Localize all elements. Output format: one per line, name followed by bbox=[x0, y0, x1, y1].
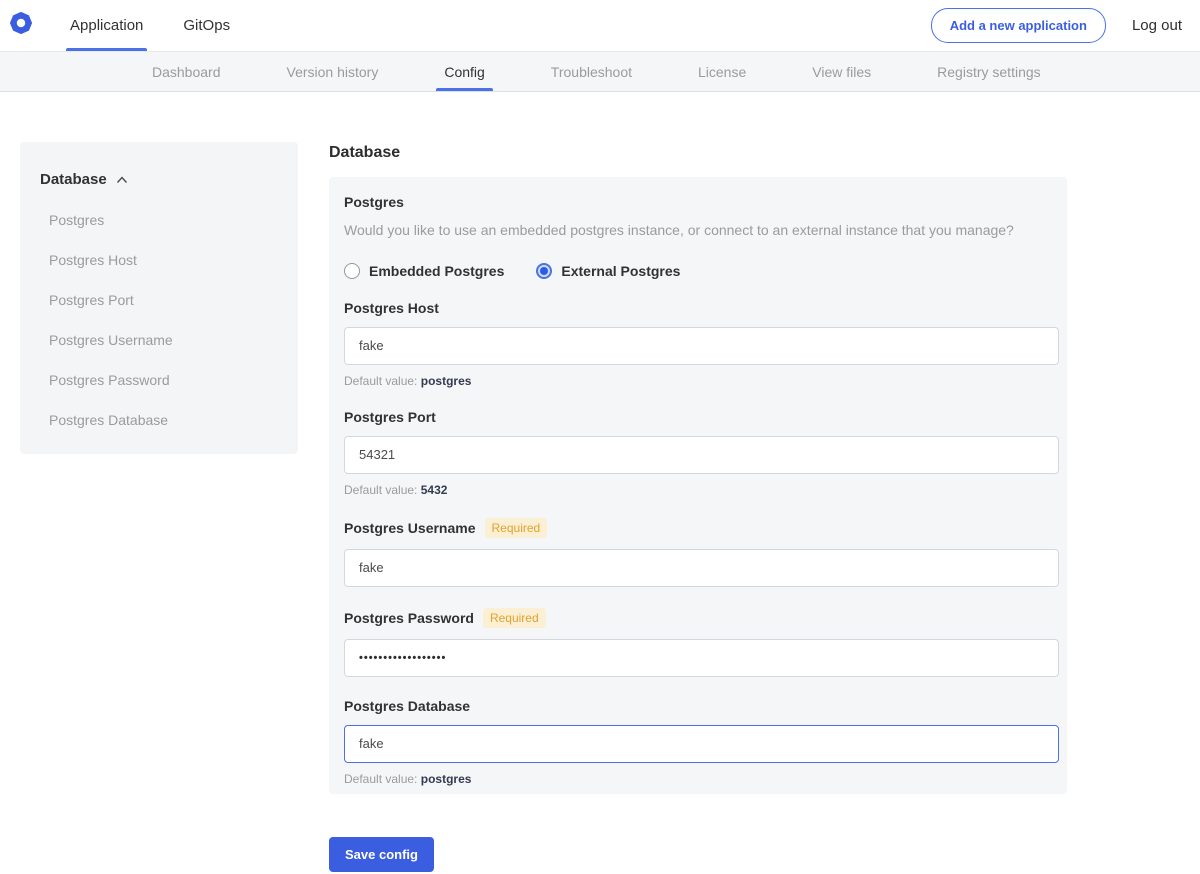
tab-troubleshoot[interactable]: Troubleshoot bbox=[547, 52, 636, 91]
required-badge: Required bbox=[485, 518, 548, 538]
postgres-username-input[interactable] bbox=[344, 549, 1059, 587]
radio-embedded-postgres-label: Embedded Postgres bbox=[369, 263, 504, 279]
postgres-database-input[interactable] bbox=[344, 725, 1059, 763]
tab-dashboard[interactable]: Dashboard bbox=[148, 52, 225, 91]
save-row: Save config bbox=[329, 837, 1067, 872]
postgres-username-label-text: Postgres Username bbox=[344, 520, 476, 536]
config-sidebar: Database Postgres Postgres Host Postgres… bbox=[20, 142, 298, 454]
postgres-port-label: Postgres Port bbox=[344, 409, 1054, 425]
default-value-text: 5432 bbox=[421, 483, 448, 497]
sidebar-item-postgres-username[interactable]: Postgres Username bbox=[40, 332, 278, 348]
sidebar-item-postgres-password[interactable]: Postgres Password bbox=[40, 372, 278, 388]
default-value-text: postgres bbox=[421, 772, 472, 786]
top-nav: Application GitOps Add a new application… bbox=[0, 0, 1200, 52]
postgres-radio-group: Embedded Postgres External Postgres bbox=[344, 263, 1054, 279]
save-config-button[interactable]: Save config bbox=[329, 837, 434, 872]
postgres-host-label: Postgres Host bbox=[344, 300, 1054, 316]
active-tab-underline bbox=[66, 48, 147, 51]
chevron-up-icon bbox=[116, 171, 128, 188]
default-value-text: postgres bbox=[421, 374, 472, 388]
radio-external-postgres[interactable]: External Postgres bbox=[536, 263, 680, 279]
config-group-panel: Postgres Would you like to use an embedd… bbox=[329, 177, 1067, 794]
sidebar-item-postgres-port[interactable]: Postgres Port bbox=[40, 292, 278, 308]
tab-view-files-label: View files bbox=[812, 64, 871, 80]
top-nav-right: Add a new application Log out bbox=[931, 0, 1200, 51]
tab-registry-settings[interactable]: Registry settings bbox=[933, 52, 1044, 91]
default-value-label: Default value: bbox=[344, 374, 417, 388]
postgres-password-label-text: Postgres Password bbox=[344, 610, 474, 626]
postgres-password-label: Postgres Password Required bbox=[344, 608, 1054, 628]
config-content: Database Postgres Would you like to use … bbox=[329, 142, 1067, 872]
tab-license[interactable]: License bbox=[694, 52, 750, 91]
main-area: Database Postgres Postgres Host Postgres… bbox=[0, 92, 1200, 872]
radio-unchecked-icon[interactable] bbox=[344, 263, 360, 279]
postgres-port-helper: Default value: 5432 bbox=[344, 483, 1054, 497]
postgres-database-helper: Default value: postgres bbox=[344, 772, 1054, 786]
postgres-group-description: Would you like to use an embedded postgr… bbox=[344, 221, 1054, 240]
required-badge: Required bbox=[483, 608, 546, 628]
radio-dot bbox=[540, 267, 548, 275]
top-tabs: Application GitOps bbox=[66, 0, 266, 51]
sidebar-item-postgres-host[interactable]: Postgres Host bbox=[40, 252, 278, 268]
top-tab-gitops[interactable]: GitOps bbox=[179, 0, 234, 51]
postgres-port-label-text: Postgres Port bbox=[344, 409, 436, 425]
sidebar-group-database-label: Database bbox=[40, 171, 107, 188]
postgres-host-label-text: Postgres Host bbox=[344, 300, 439, 316]
radio-external-postgres-label: External Postgres bbox=[561, 263, 680, 279]
radio-checked-icon[interactable] bbox=[536, 263, 552, 279]
active-tab-underline bbox=[436, 88, 492, 91]
app-logo-icon bbox=[10, 12, 32, 39]
page-title: Database bbox=[329, 144, 1067, 162]
tab-registry-settings-label: Registry settings bbox=[937, 64, 1040, 80]
tab-view-files[interactable]: View files bbox=[808, 52, 875, 91]
default-value-label: Default value: bbox=[344, 772, 417, 786]
app-logo[interactable] bbox=[0, 0, 32, 51]
postgres-group-label: Postgres bbox=[344, 194, 1054, 210]
postgres-database-label-text: Postgres Database bbox=[344, 698, 470, 714]
postgres-host-input[interactable] bbox=[344, 327, 1059, 365]
tab-license-label: License bbox=[698, 64, 746, 80]
sidebar-group-database[interactable]: Database bbox=[40, 171, 278, 188]
logout-link[interactable]: Log out bbox=[1132, 17, 1182, 34]
top-tab-gitops-label: GitOps bbox=[183, 17, 230, 34]
tab-config-label: Config bbox=[444, 64, 484, 80]
tab-dashboard-label: Dashboard bbox=[152, 64, 221, 80]
tab-version-history[interactable]: Version history bbox=[283, 52, 383, 91]
top-tab-application-label: Application bbox=[70, 17, 143, 34]
sidebar-items: Postgres Postgres Host Postgres Port Pos… bbox=[40, 212, 278, 428]
postgres-database-label: Postgres Database bbox=[344, 698, 1054, 714]
sidebar-item-postgres-database[interactable]: Postgres Database bbox=[40, 412, 278, 428]
top-tab-application[interactable]: Application bbox=[66, 0, 147, 51]
sidebar-item-postgres[interactable]: Postgres bbox=[40, 212, 278, 228]
add-application-button[interactable]: Add a new application bbox=[931, 8, 1106, 43]
app-sub-nav: Dashboard Version history Config Trouble… bbox=[0, 52, 1200, 92]
default-value-label: Default value: bbox=[344, 483, 417, 497]
tab-config[interactable]: Config bbox=[440, 52, 488, 91]
tab-version-history-label: Version history bbox=[287, 64, 379, 80]
postgres-host-helper: Default value: postgres bbox=[344, 374, 1054, 388]
tab-troubleshoot-label: Troubleshoot bbox=[551, 64, 632, 80]
postgres-username-label: Postgres Username Required bbox=[344, 518, 1054, 538]
radio-embedded-postgres[interactable]: Embedded Postgres bbox=[344, 263, 504, 279]
postgres-port-input[interactable] bbox=[344, 436, 1059, 474]
postgres-password-input[interactable] bbox=[344, 639, 1059, 677]
